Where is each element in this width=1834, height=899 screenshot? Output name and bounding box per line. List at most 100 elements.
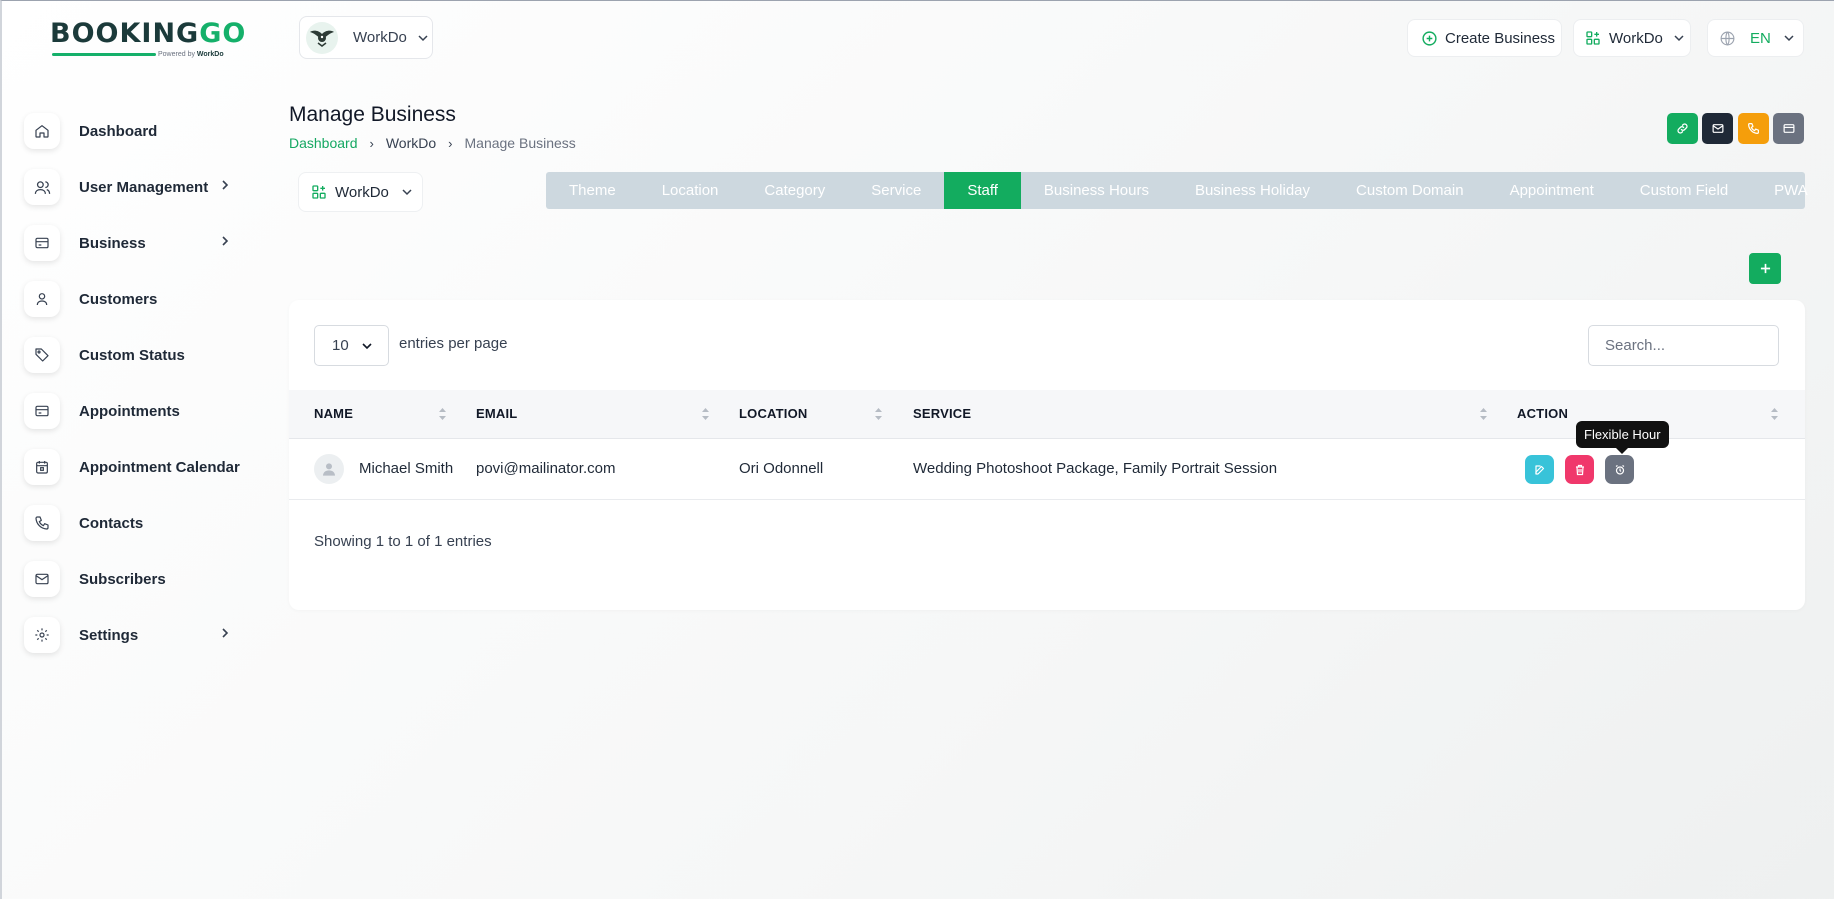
workspace-label: WorkDo	[1609, 29, 1663, 47]
sidebar-nav: Dashboard User Management Business Custo…	[24, 103, 254, 663]
logo-underline	[52, 53, 156, 56]
search-input[interactable]	[1588, 325, 1779, 366]
flexible-hour-tooltip: Flexible Hour	[1576, 421, 1669, 448]
logo-powered-by: Powered by WorkDo	[158, 51, 224, 58]
tab-custom-domain[interactable]: Custom Domain	[1333, 172, 1487, 209]
sidebar-item-appointments[interactable]: Appointments	[24, 383, 254, 439]
entries-per-page-select[interactable]: 10	[314, 325, 389, 366]
tab-location[interactable]: Location	[639, 172, 742, 209]
sidebar-item-label: User Management	[79, 178, 209, 196]
sort-icon[interactable]	[701, 406, 710, 422]
sort-icon[interactable]	[874, 406, 883, 422]
apps-plus-icon	[1586, 31, 1600, 45]
tab-business-hours[interactable]: Business Hours	[1021, 172, 1172, 209]
create-business-button[interactable]: Create Business	[1407, 19, 1562, 57]
sidebar: BOOKINGGO Powered by WorkDo Dashboard Us…	[2, 1, 262, 899]
user-icon	[24, 281, 60, 317]
sort-icon[interactable]	[1479, 406, 1488, 422]
chevron-down-icon	[1674, 35, 1684, 42]
tab-service[interactable]: Service	[848, 172, 944, 209]
sidebar-item-custom-status[interactable]: Custom Status	[24, 327, 254, 383]
sidebar-item-contacts[interactable]: Contacts	[24, 495, 254, 551]
sidebar-item-label: Business	[79, 234, 146, 252]
staff-service: Wedding Photoshoot Package, Family Portr…	[913, 460, 1278, 477]
tab-business-holiday[interactable]: Business Holiday	[1172, 172, 1333, 209]
chevron-right-icon	[222, 236, 229, 246]
flexible-hour-button[interactable]	[1605, 455, 1634, 484]
tab-staff[interactable]: Staff	[944, 172, 1021, 209]
sidebar-item-user-management[interactable]: User Management	[24, 159, 254, 215]
sidebar-item-label: Contacts	[79, 514, 144, 532]
chevron-down-icon	[418, 34, 428, 41]
language-label: EN	[1750, 29, 1771, 47]
mail-icon	[24, 561, 60, 597]
chevron-right-icon	[222, 628, 229, 638]
tag-icon	[24, 337, 60, 373]
trash-icon	[1575, 464, 1584, 475]
business-card-icon	[24, 225, 60, 261]
alarm-clock-icon	[1615, 464, 1624, 475]
tab-theme[interactable]: Theme	[546, 172, 639, 209]
tab-category[interactable]: Category	[741, 172, 848, 209]
column-header-name[interactable]: NAME	[314, 406, 353, 421]
page-title: Manage Business	[289, 103, 456, 126]
edit-button[interactable]	[1525, 455, 1554, 484]
tab-appointment[interactable]: Appointment	[1487, 172, 1617, 209]
logo-wordmark: BOOKINGGO	[50, 18, 247, 49]
staff-location: Ori Odonnell	[739, 460, 824, 477]
sidebar-item-dashboard[interactable]: Dashboard	[24, 103, 254, 159]
home-icon	[24, 113, 60, 149]
apps-plus-icon	[312, 185, 326, 199]
workspace-dropdown[interactable]: WorkDo	[1573, 19, 1691, 57]
breadcrumb-separator-icon: ›	[448, 135, 453, 151]
business-settings-tabs: Theme Location Category Service Staff Bu…	[546, 172, 1808, 209]
sidebar-item-label: Settings	[79, 626, 139, 644]
business-switcher[interactable]: WorkDo	[299, 16, 433, 59]
sidebar-item-label: Appointments	[79, 402, 180, 420]
language-dropdown[interactable]: EN	[1707, 19, 1804, 57]
call-button[interactable]	[1738, 113, 1769, 144]
sidebar-item-settings[interactable]: Settings	[24, 607, 254, 663]
chevron-down-icon	[362, 343, 372, 350]
business-selector-value: WorkDo	[335, 183, 389, 201]
delete-button[interactable]	[1565, 455, 1594, 484]
entries-per-page-value: 10	[332, 337, 349, 354]
sidebar-item-label: Custom Status	[79, 346, 185, 364]
sort-icon[interactable]	[438, 406, 447, 422]
column-header-action[interactable]: ACTION	[1517, 406, 1568, 421]
table-row: Michael Smith povi@mailinator.com Ori Od…	[289, 439, 1805, 500]
sidebar-item-subscribers[interactable]: Subscribers	[24, 551, 254, 607]
user-avatar-icon	[323, 463, 335, 476]
entries-per-page-label: entries per page	[399, 335, 508, 352]
column-header-email[interactable]: EMAIL	[476, 406, 517, 421]
sidebar-item-appointment-calendar[interactable]: Appointment Calendar	[24, 439, 254, 495]
sidebar-item-label: Appointment Calendar	[79, 458, 240, 476]
business-selector[interactable]: WorkDo	[298, 172, 423, 212]
card-button[interactable]	[1773, 113, 1804, 144]
tab-custom-field[interactable]: Custom Field	[1617, 172, 1751, 209]
plus-icon	[1760, 263, 1770, 274]
link-icon	[1677, 123, 1688, 134]
avatar	[314, 454, 344, 484]
column-header-location[interactable]: LOCATION	[739, 406, 808, 421]
sort-icon[interactable]	[1770, 406, 1779, 422]
tooltip-arrow	[1616, 448, 1628, 454]
create-business-label: Create Business	[1445, 29, 1556, 47]
add-staff-button[interactable]	[1749, 253, 1781, 284]
app-logo[interactable]: BOOKINGGO Powered by WorkDo	[50, 18, 247, 65]
breadcrumb-dashboard[interactable]: Dashboard	[289, 135, 358, 151]
sidebar-item-label: Dashboard	[79, 122, 158, 140]
sidebar-item-business[interactable]: Business	[24, 215, 254, 271]
sidebar-item-customers[interactable]: Customers	[24, 271, 254, 327]
copy-link-button[interactable]	[1667, 113, 1698, 144]
calendar-icon	[24, 449, 60, 485]
globe-icon	[1720, 31, 1735, 45]
staff-table-card: 10 entries per page NAME EMAIL LOCATION …	[289, 300, 1805, 610]
sidebar-item-label: Customers	[79, 290, 158, 308]
plus-circle-icon	[1422, 30, 1437, 46]
email-button[interactable]	[1702, 113, 1733, 144]
column-header-service[interactable]: SERVICE	[913, 406, 971, 421]
users-icon	[24, 169, 60, 205]
tab-pwa[interactable]: PWA	[1751, 172, 1831, 209]
breadcrumb-workdo[interactable]: WorkDo	[386, 135, 436, 151]
